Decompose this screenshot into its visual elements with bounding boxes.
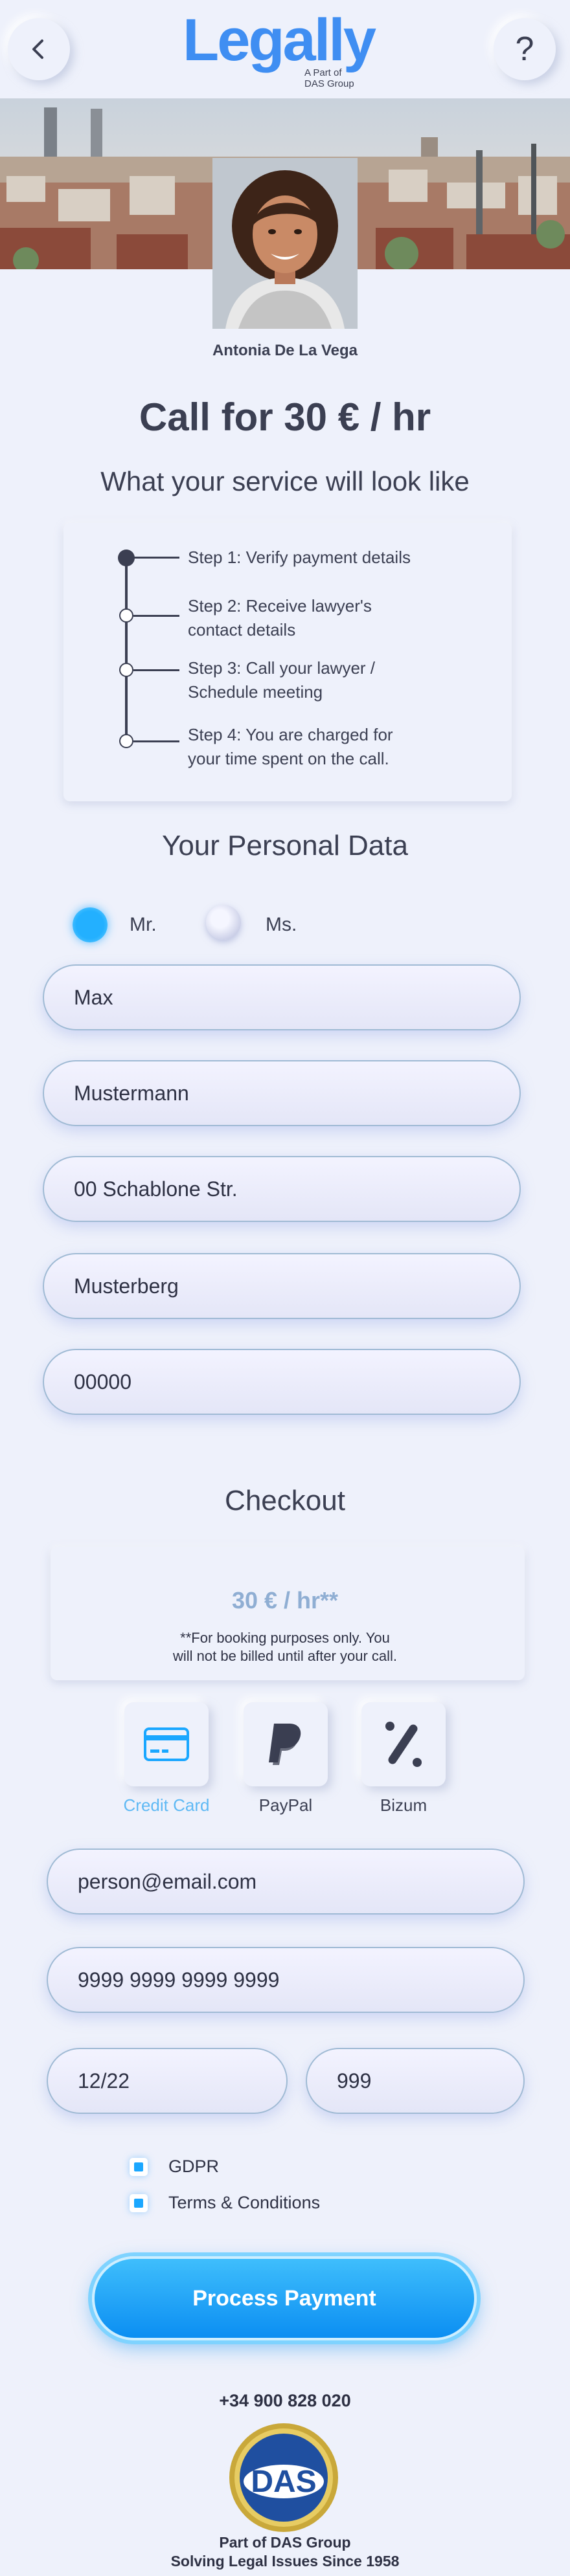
chevron-left-icon [32,39,43,59]
phone-number[interactable]: +34 900 828 020 [0,2391,570,2411]
price-text: 30 € / hr** [231,1587,339,1614]
step-4-text: Step 4: You are charged for your time sp… [188,725,393,768]
step-3-marker [119,663,133,677]
step-1-text: Step 1: Verify payment details [188,548,411,567]
process-payment-button[interactable]: Process Payment [92,2256,477,2340]
step-1-connector [126,557,179,559]
step-2-connector [133,615,179,617]
paypal-option[interactable] [244,1702,328,1786]
bizum-icon [385,1722,422,1767]
bizum-label: Bizum [380,1795,428,1815]
radio-ms-label: Ms. [266,914,297,935]
radio-mr[interactable] [73,907,108,942]
paypal-label: PayPal [258,1795,313,1815]
terms-checkbox[interactable] [130,2194,148,2212]
step-2-marker [119,608,133,623]
paypal-icon [269,1724,301,1765]
lawyer-photo [212,158,358,329]
radio-mr-label: Mr. [130,914,157,935]
checkout-heading: Checkout [225,1485,345,1516]
brand-logo: Legally [183,7,376,73]
offer-title: Call for 30 € / hr [139,395,431,439]
zip-field[interactable]: 00000 [43,1349,521,1415]
help-button[interactable]: ? [494,18,556,80]
svg-text:DAS: DAS [251,2465,316,2499]
card-number-field[interactable]: 9999 9999 9999 9999 [47,1947,525,2013]
brand-subtitle: A Part of DAS Group [304,67,354,89]
gdpr-label: GDPR [168,2157,220,2176]
bizum-option[interactable] [361,1702,446,1786]
credit-card-icon [144,1727,189,1761]
personal-data-heading: Your Personal Data [162,830,408,861]
step-2-text: Step 2: Receive lawyer's contact details [188,596,372,639]
steps-timeline [125,557,128,742]
credit-card-label: Credit Card [123,1795,210,1815]
footer-text: Part of DAS Group Solving Legal Issues S… [170,2534,400,2570]
terms-label: Terms & Conditions [168,2193,321,2212]
step-3-text: Step 3: Call your lawyer / Schedule meet… [188,658,376,702]
step-4-connector [133,740,179,742]
city-field[interactable]: Musterberg [43,1253,521,1319]
gdpr-checkbox[interactable] [130,2158,148,2176]
das-logo: DAS [228,2422,339,2533]
back-button[interactable] [8,18,70,80]
first-name-field[interactable]: Max [43,964,521,1030]
steps-heading: What your service will look like [100,466,470,496]
radio-ms[interactable] [206,905,241,940]
credit-card-option[interactable] [124,1702,209,1786]
last-name-field[interactable]: Mustermann [43,1060,521,1126]
step-4-marker [119,734,133,748]
cvv-field[interactable]: 999 [306,2048,525,2114]
email-field[interactable]: person@email.com [47,1849,525,1915]
step-3-connector [133,669,179,671]
street-field[interactable]: 00 Schablone Str. [43,1156,521,1222]
lawyer-name: Antonia De La Vega [212,342,358,359]
billing-note: **For booking purposes only. You will no… [172,1630,398,1664]
expiry-field[interactable]: 12/22 [47,2048,288,2114]
